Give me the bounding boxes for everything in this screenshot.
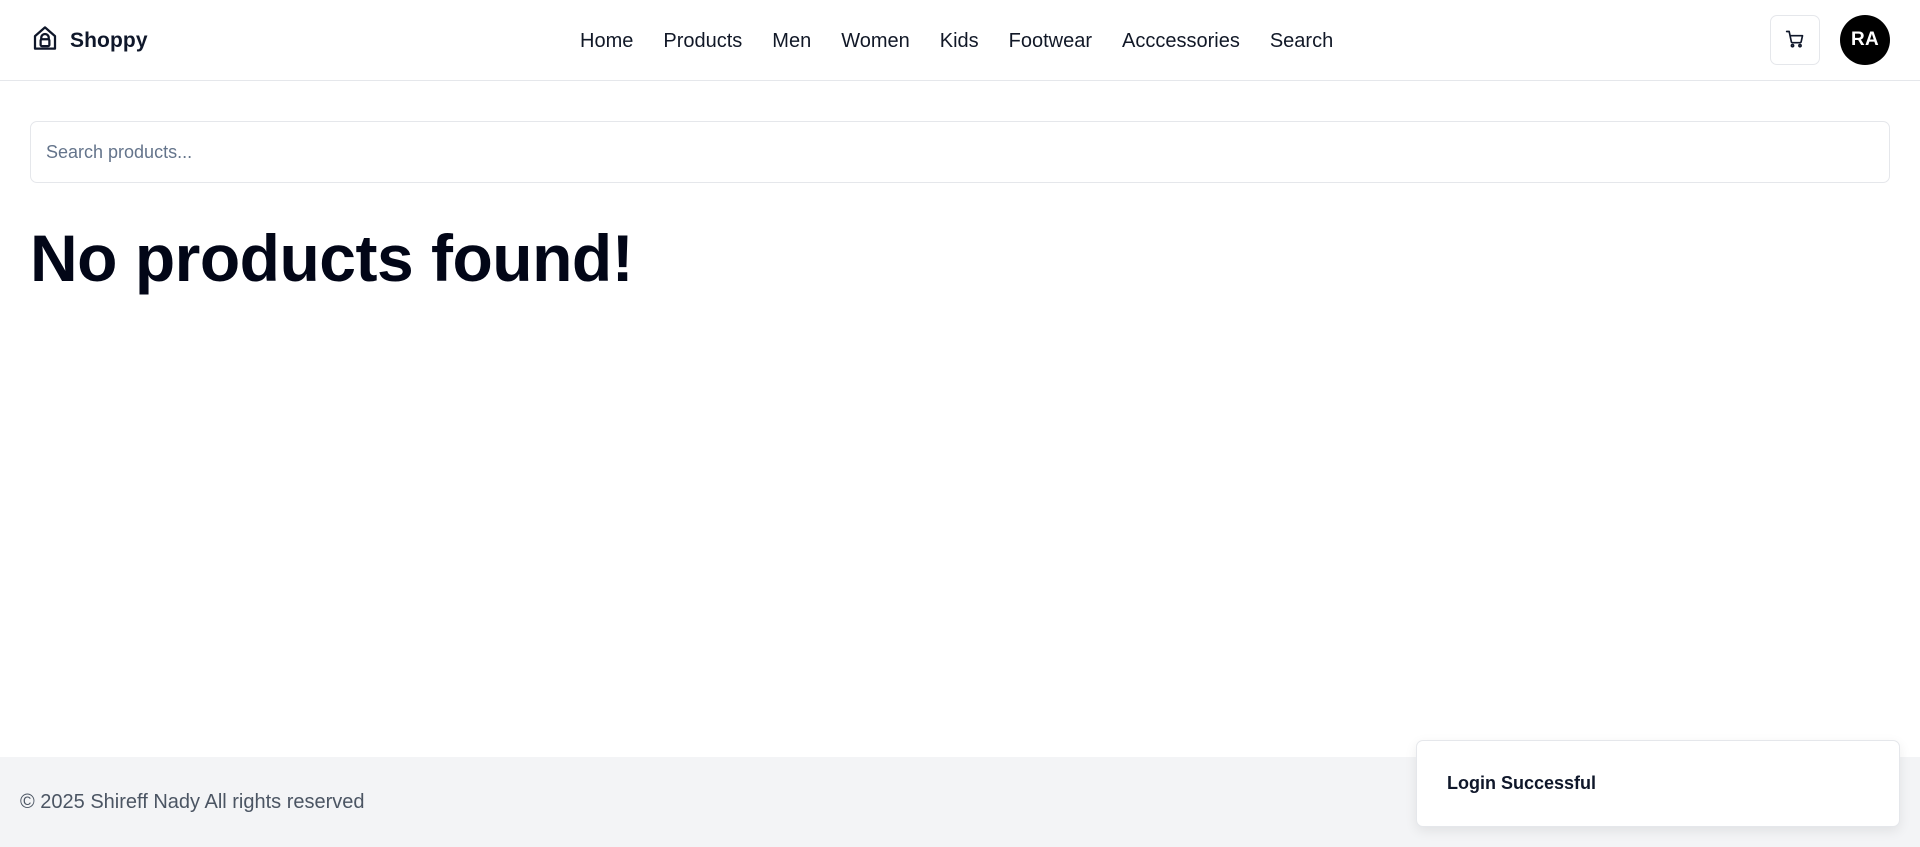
nav-home[interactable]: Home [580, 30, 633, 53]
nav-accessories[interactable]: Acccessories [1122, 30, 1240, 53]
page: Shoppy Home Products Men Women Kids Foot… [0, 0, 1920, 847]
shopping-bag-icon [30, 23, 60, 58]
footer-copyright: © 2025 Shireff Nady All rights reserved [20, 791, 365, 813]
toast-message: Login Successful [1447, 773, 1597, 793]
site-header: Shoppy Home Products Men Women Kids Foot… [0, 0, 1920, 81]
nav-kids[interactable]: Kids [940, 30, 979, 53]
cart-button[interactable] [1770, 15, 1820, 65]
nav-products[interactable]: Products [663, 30, 742, 53]
nav-search[interactable]: Search [1270, 30, 1333, 53]
empty-state-heading: No products found! [30, 221, 634, 295]
nav-men[interactable]: Men [772, 30, 811, 53]
search-container [30, 121, 1890, 183]
nav-footwear[interactable]: Footwear [1009, 30, 1092, 53]
toast-notification[interactable]: Login Successful [1416, 740, 1900, 827]
cart-icon [1785, 29, 1805, 52]
user-avatar[interactable]: RA [1840, 15, 1890, 65]
brand-name: Shoppy [70, 28, 148, 52]
search-input[interactable] [30, 121, 1890, 183]
nav-women[interactable]: Women [841, 30, 910, 53]
brand-link[interactable]: Shoppy [30, 24, 148, 57]
main-nav: Home Products Men Women Kids Footwear Ac… [580, 26, 1333, 56]
